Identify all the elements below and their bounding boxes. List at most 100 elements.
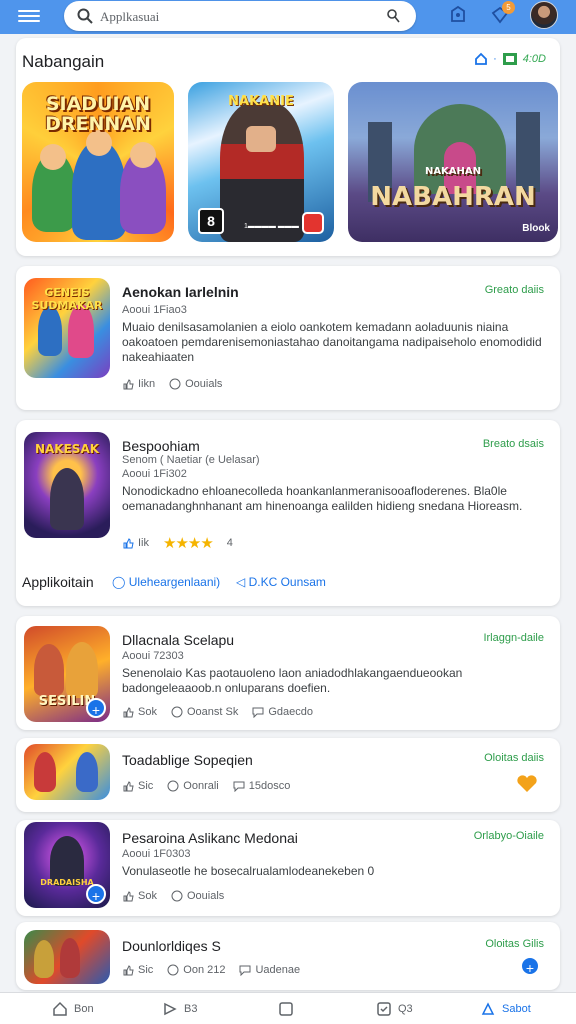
- stat-label: Iik: [138, 537, 149, 549]
- notification-badge: 5: [502, 1, 515, 14]
- rating-stars: ★★★★: [163, 535, 214, 552]
- banner-title: NABAHRAN: [370, 182, 536, 212]
- apps-icon: [279, 1002, 293, 1016]
- rating-value: 4: [226, 537, 233, 549]
- app-icon[interactable]: DRADAISHA +: [24, 822, 110, 908]
- menu-icon[interactable]: [18, 7, 40, 25]
- app-developer: Aooui 1Fiao3: [122, 304, 187, 316]
- app-icon-label: NAKESAK: [34, 442, 100, 456]
- app-developer: Senom ( Naetiar (e Uelasar): [122, 454, 260, 466]
- app-title[interactable]: Dounlorldiqes S: [122, 938, 221, 954]
- search-placeholder: Applkasuai: [100, 9, 160, 24]
- app-card[interactable]: NAKESAK Bespoohiam Senom ( Naetiar (e Ue…: [16, 420, 560, 606]
- app-icon[interactable]: GENEIS SUDMAKAR: [24, 278, 110, 378]
- app-version: Aooui 1Fi302: [122, 468, 187, 480]
- like-icon: [123, 707, 134, 718]
- like-icon: [123, 781, 134, 792]
- stat-label: Oouials: [185, 378, 223, 390]
- banner-subtitle: NAKAHAN: [424, 166, 482, 177]
- app-stats: Iikn Oouials: [122, 378, 222, 390]
- app-title[interactable]: Toadablige Sopeqien: [122, 752, 253, 768]
- clock-icon: [169, 378, 181, 390]
- app-card[interactable]: Dounlorldiqes S Sic Oon 212 Uadenae Oloi…: [16, 922, 560, 990]
- featured-count: 4:0D: [522, 53, 546, 65]
- featured-section: Nabangain · 4:0D SIADUIAN DRENNAN NAKANI…: [16, 38, 560, 256]
- add-icon[interactable]: +: [520, 956, 540, 976]
- voice-search-icon[interactable]: [384, 7, 402, 25]
- character-head: [40, 144, 66, 170]
- top-app-bar: Applkasuai 5: [0, 0, 576, 34]
- app-title[interactable]: Pesaroina Aslikanc Medonai: [122, 830, 298, 846]
- tower-shape: [516, 112, 540, 192]
- featured-banner-3[interactable]: NAKAHAN NABAHRAN Blook: [348, 82, 558, 242]
- banner-title: SIADUIAN DRENNAN: [45, 93, 151, 135]
- knight-face: [246, 126, 276, 152]
- section-title: Nabangain: [22, 52, 105, 71]
- like-icon: [123, 965, 134, 976]
- nav-item-search[interactable]: Sabot: [480, 1001, 531, 1017]
- app-card[interactable]: GENEIS SUDMAKAR Aenokan Iarlelnin Aooui …: [16, 266, 560, 410]
- like-icon: [123, 379, 134, 390]
- nav-label: B3: [184, 1003, 198, 1015]
- stat-label: Sic: [138, 964, 154, 976]
- nav-item-home[interactable]: Bon: [52, 1001, 94, 1017]
- search-icon: [77, 8, 93, 24]
- heart-icon[interactable]: [516, 774, 538, 794]
- footer-link[interactable]: ◁ D.KC Ounsam: [236, 575, 326, 589]
- install-status[interactable]: Oloitas Gilis: [485, 938, 544, 950]
- banner-title: NAKANIE: [228, 94, 294, 109]
- nav-label: Bon: [74, 1003, 94, 1015]
- clock-icon: [167, 964, 179, 976]
- card-footer-label: Applikoitain: [22, 574, 94, 590]
- stat-label: Gdaecdo: [268, 706, 313, 718]
- add-icon[interactable]: +: [86, 884, 106, 904]
- app-title[interactable]: Bespoohiam: [122, 438, 200, 454]
- like-icon: [123, 538, 134, 549]
- nav-label: Sabot: [502, 1003, 531, 1015]
- install-status[interactable]: Greato daiis: [485, 284, 544, 296]
- clock-icon: [167, 780, 179, 792]
- app-developer: Aooui 1F0303: [122, 848, 191, 860]
- install-status[interactable]: Orlabyo-Oiaile: [474, 830, 544, 842]
- footer-link[interactable]: ◯ Uleheargenlaani): [112, 575, 220, 589]
- banner-footer: Blook: [522, 223, 550, 234]
- install-status[interactable]: Irlaggn-daile: [483, 632, 544, 644]
- search-bar[interactable]: Applkasuai: [64, 1, 416, 31]
- comment-icon: [233, 781, 245, 792]
- knight-figure: [220, 102, 304, 242]
- nav-item-apps[interactable]: [278, 1001, 294, 1017]
- app-card[interactable]: Toadablige Sopeqien Sic Oonrali 15dosco …: [16, 738, 560, 812]
- home-icon[interactable]: [474, 52, 488, 66]
- app-icon[interactable]: NAKESAK: [24, 432, 110, 538]
- app-card[interactable]: SESILIN + Dllacnala Scelapu Aooui 72303 …: [16, 616, 560, 730]
- publisher-logo: 8: [198, 208, 224, 234]
- stat-label: Iikn: [138, 378, 156, 390]
- app-title[interactable]: Dllacnala Scelapu: [122, 632, 234, 648]
- featured-banner-1[interactable]: SIADUIAN DRENNAN: [22, 82, 174, 242]
- app-stats: Sok Oouials: [122, 890, 224, 902]
- app-card[interactable]: DRADAISHA + Pesaroina Aslikanc Medonai A…: [16, 820, 560, 916]
- comment-icon: [252, 707, 264, 718]
- bottom-navigation: Bon B3 Q3 Sabot: [0, 992, 576, 1024]
- app-title[interactable]: Aenokan Iarlelnin: [122, 284, 239, 300]
- app-icon[interactable]: [24, 930, 110, 984]
- app-badge-icon: [302, 212, 324, 234]
- install-status[interactable]: Breato dsais: [483, 438, 544, 450]
- nav-item-offers[interactable]: Q3: [376, 1001, 413, 1017]
- clock-icon: [171, 706, 183, 718]
- stat-label: Sok: [138, 706, 157, 718]
- avatar[interactable]: [530, 1, 558, 29]
- books-icon: [481, 1002, 495, 1015]
- app-stats: Sic Oonrali 15dosco: [122, 780, 290, 792]
- app-icon[interactable]: [24, 744, 110, 800]
- nav-item-games[interactable]: B3: [162, 1001, 197, 1017]
- install-status[interactable]: Oloitas daiis: [484, 752, 544, 764]
- gallery-icon[interactable]: [502, 52, 518, 66]
- app-icon[interactable]: SESILIN +: [24, 626, 110, 722]
- stat-label: Sok: [138, 890, 157, 902]
- library-icon[interactable]: [448, 5, 468, 25]
- featured-banner-2[interactable]: NAKANIE 8 1▬▬▬▬ ▬▬▬: [188, 82, 334, 242]
- app-description: Senenolaio Kas paotauoleno laon aniadodh…: [122, 666, 463, 695]
- app-icon-label: GENEIS SUDMAKAR: [31, 286, 103, 312]
- add-icon[interactable]: +: [86, 698, 106, 718]
